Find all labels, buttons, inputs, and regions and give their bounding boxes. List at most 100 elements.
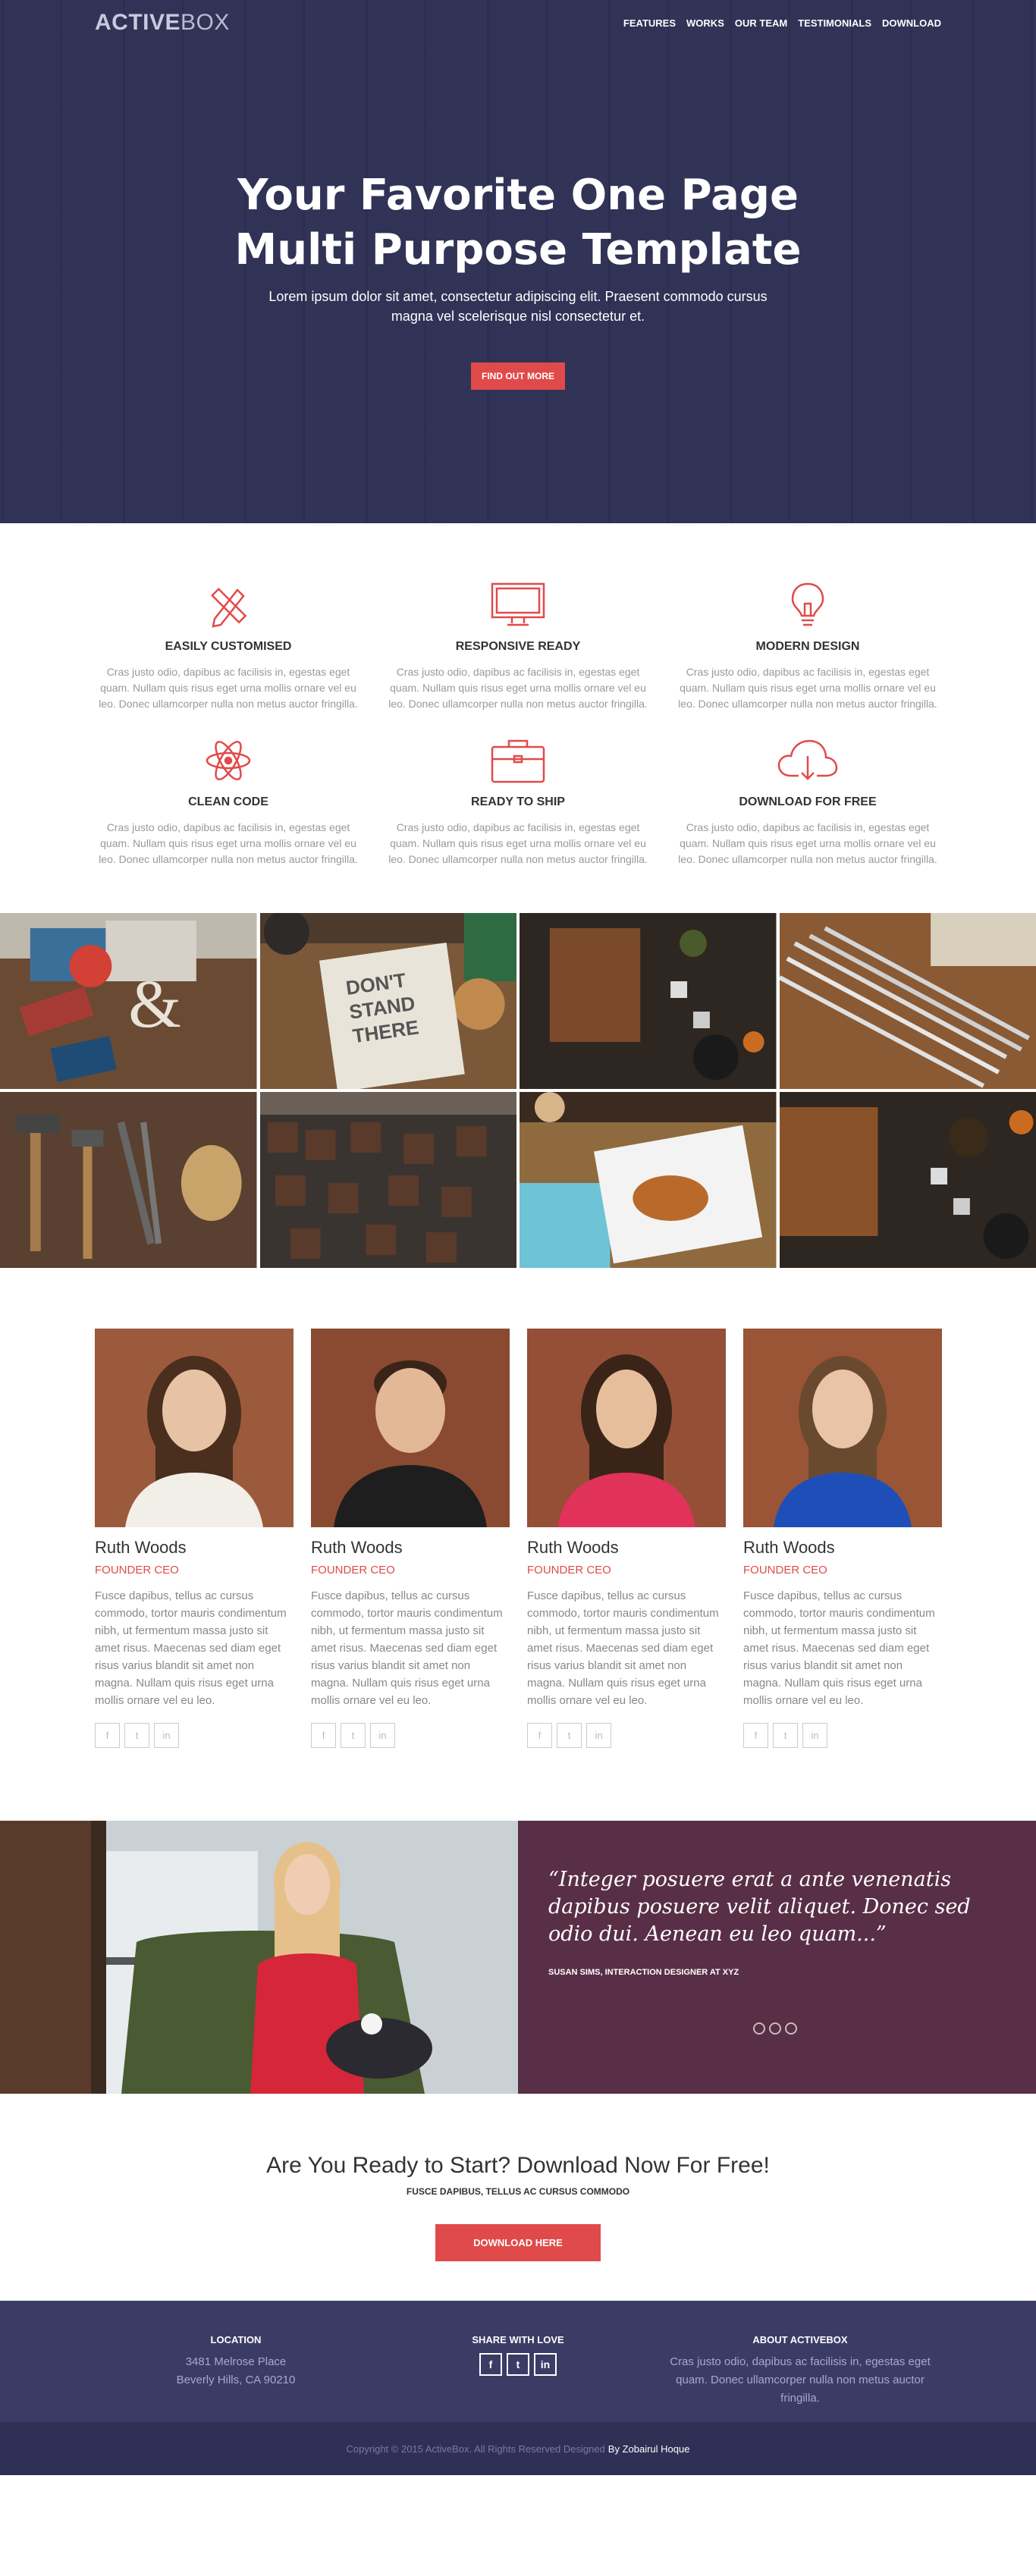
member-name: Ruth Woods [311,1538,403,1557]
feature-text: Cras justo odio, dapibus ac facilisis in… [99,666,358,710]
feature-item: CLEAN CODE Cras justo odio, dapibus ac f… [95,736,362,868]
find-out-more-button[interactable]: FIND OUT MORE [471,362,565,390]
member-name: Ruth Woods [95,1538,187,1557]
twitter-icon[interactable]: t [507,2353,529,2376]
member-bio: Fusce dapibus, tellus ac cursus commodo,… [743,1589,935,1707]
member-socials: f t in [311,1723,510,1748]
facebook-icon[interactable]: f [311,1723,336,1748]
footer-heading: LOCATION [210,2334,262,2345]
footer-heading: SHARE WITH LOVE [472,2334,564,2345]
work-tile-type-blocks[interactable] [259,1092,516,1268]
hero-section: ACTIVEBOX FEATURES WORKS OUR TEAM TESTIM… [0,0,1036,523]
member-socials: f t in [527,1723,726,1748]
facebook-icon[interactable]: f [527,1723,552,1748]
carousel-dot[interactable] [753,2022,765,2035]
work-tile-board-2[interactable] [779,1092,1036,1268]
work-tile-sign[interactable]: DON'T STAND THERE [259,913,516,1089]
nav-menu: FEATURES WORKS OUR TEAM TESTIMONIALS DOW… [623,17,941,29]
monitor-icon [491,582,545,626]
twitter-icon[interactable]: t [557,1723,582,1748]
member-role: FOUNDER CEO [95,1564,179,1577]
linkedin-icon[interactable]: in [154,1723,179,1748]
cta-section: Are You Ready to Start? Download Now For… [0,2094,1036,2301]
member-role: FOUNDER CEO [743,1564,827,1577]
testimonial-quote: “Integer posuere erat a ante venenatis d… [548,1868,971,1946]
carousel-dot[interactable] [785,2022,797,2035]
footer-socials: f t in [377,2353,659,2376]
work-tile-plate[interactable] [520,1092,777,1268]
team-section: Ruth Woods FOUNDER CEO Fusce dapibus, te… [0,1268,1036,1790]
work-tile-letterpress[interactable]: & [0,913,257,1089]
feature-text: Cras justo odio, dapibus ac facilisis in… [678,666,937,710]
facebook-icon[interactable]: f [479,2353,502,2376]
facebook-icon[interactable]: f [743,1723,768,1748]
feature-item: READY TO SHIP Cras justo odio, dapibus a… [385,736,651,868]
member-socials: f t in [743,1723,942,1748]
carousel-dot[interactable] [769,2022,781,2035]
feature-title: CLEAN CODE [188,795,268,808]
feature-item: DOWNLOAD FOR FREE Cras justo odio, dapib… [674,736,941,868]
logo[interactable]: ACTIVEBOX [95,10,230,36]
member-socials: f t in [95,1723,294,1748]
avatar [95,1329,294,1527]
twitter-icon[interactable]: t [124,1723,149,1748]
hero-subtitle: Lorem ipsum dolor sit amet, consectetur … [268,289,768,324]
feature-title: DOWNLOAD FOR FREE [739,795,877,808]
twitter-icon[interactable]: t [341,1723,366,1748]
team-member: Ruth Woods FOUNDER CEO Fusce dapibus, te… [743,1329,942,1748]
feature-title: EASILY CUSTOMISED [165,640,292,653]
feature-title: READY TO SHIP [471,795,565,808]
member-bio: Fusce dapibus, tellus ac cursus commodo,… [527,1589,719,1707]
feature-title: MODERN DESIGN [755,640,860,653]
member-name: Ruth Woods [743,1538,835,1557]
linkedin-icon[interactable]: in [370,1723,395,1748]
feature-text: Cras justo odio, dapibus ac facilisis in… [388,821,648,865]
hero-content: Your Favorite One Page Multi Purpose Temp… [0,168,1036,390]
download-here-button[interactable]: DOWNLOAD HERE [435,2224,601,2261]
briefcase-icon [491,739,545,783]
testimonial-author: SUSAN SIMS, INTERACTION DESIGNER AT XYZ [548,1968,739,1977]
footer-about: ABOUT ACTIVEBOX Cras justo odio, dapibus… [659,2334,941,2422]
twitter-icon[interactable]: t [773,1723,798,1748]
lightbulb-icon [791,582,824,626]
work-tile-pencils[interactable] [779,913,1036,1089]
nav-item-download[interactable]: DOWNLOAD [882,17,941,29]
footer-location: LOCATION 3481 Melrose Place Beverly Hills… [95,2334,377,2422]
member-bio: Fusce dapibus, tellus ac cursus commodo,… [95,1589,287,1707]
features-section: EASILY CUSTOMISED Cras justo odio, dapib… [0,523,1036,913]
feature-text: Cras justo odio, dapibus ac facilisis in… [678,821,937,865]
linkedin-icon[interactable]: in [534,2353,557,2376]
cta-title: Are You Ready to Start? Download Now For… [266,2153,770,2178]
linkedin-icon[interactable]: in [802,1723,827,1748]
testimonial-photo [0,1821,518,2094]
designer-link[interactable]: By Zobairul Hoque [608,2443,690,2455]
work-tile-board[interactable] [520,913,777,1089]
work-tile-tools[interactable] [0,1092,257,1268]
nav-item-features[interactable]: FEATURES [623,17,676,29]
linkedin-icon[interactable]: in [586,1723,611,1748]
nav-item-testimonials[interactable]: TESTIMONIALS [798,17,871,29]
testimonial-quote-panel: “Integer posuere erat a ante venenatis d… [518,1821,1036,2094]
footer-address: 3481 Melrose Place Beverly Hills, CA 9021… [176,2355,296,2386]
works-gallery: & DON'T STAND THERE [0,913,1036,1268]
facebook-icon[interactable]: f [95,1723,120,1748]
feature-item: RESPONSIVE READY Cras justo odio, dapibu… [385,581,651,712]
feature-item: MODERN DESIGN Cras justo odio, dapibus a… [674,581,941,712]
hero-title: Your Favorite One Page Multi Purpose Temp… [234,171,802,275]
nav-item-our-team[interactable]: OUR TEAM [735,17,787,29]
avatar [527,1329,726,1527]
carousel-dots [753,2022,1006,2035]
footer-about-text: Cras justo odio, dapibus ac facilisis in… [670,2355,931,2405]
copyright-text: Copyright © 2015 ActiveBox. All Rights R… [346,2443,605,2455]
feature-text: Cras justo odio, dapibus ac facilisis in… [388,666,648,710]
member-bio: Fusce dapibus, tellus ac cursus commodo,… [311,1589,503,1707]
footer: LOCATION 3481 Melrose Place Beverly Hills… [0,2301,1036,2422]
cloud-download-icon [777,739,838,780]
svg-text:&: & [128,967,181,1042]
team-member: Ruth Woods FOUNDER CEO Fusce dapibus, te… [527,1329,726,1748]
footer-share: SHARE WITH LOVE f t in [377,2334,659,2422]
avatar [311,1329,510,1527]
nav-item-works[interactable]: WORKS [686,17,724,29]
member-role: FOUNDER CEO [311,1564,395,1577]
team-member: Ruth Woods FOUNDER CEO Fusce dapibus, te… [95,1329,294,1748]
